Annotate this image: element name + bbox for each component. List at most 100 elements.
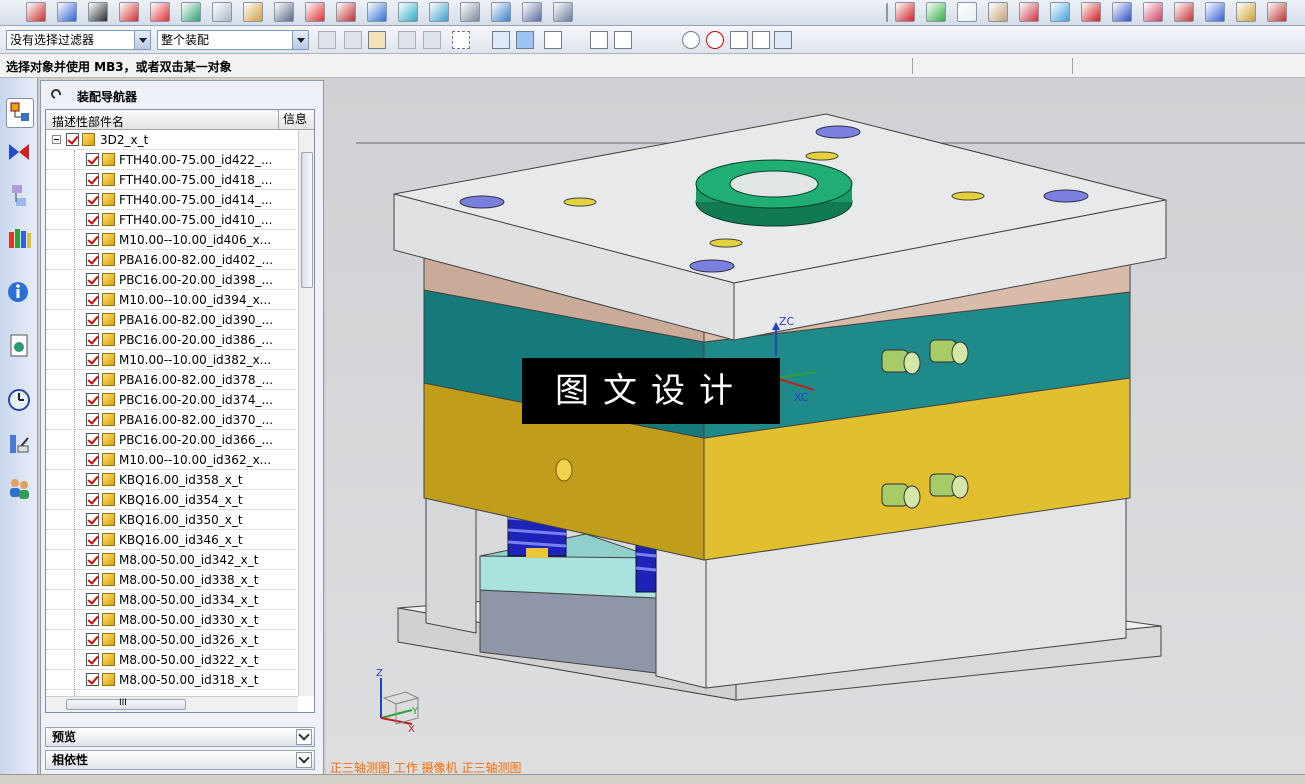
visibility-checkbox[interactable]: [86, 633, 99, 646]
tree-row-root[interactable]: 3D2_x_t: [46, 130, 296, 150]
history-tab[interactable]: [6, 386, 34, 416]
tree-row[interactable]: KBQ16.00_id350_x_t: [46, 510, 296, 530]
quarter-icon[interactable]: [274, 2, 294, 22]
tree-row[interactable]: M10.00--10.00_id362_x...: [46, 450, 296, 470]
intersection-icon[interactable]: [730, 31, 748, 49]
feature-icon[interactable]: [368, 31, 386, 49]
layer2-icon[interactable]: [243, 2, 263, 22]
tree-row[interactable]: PBC16.00-20.00_id366_...: [46, 430, 296, 450]
snap-point-icon[interactable]: [544, 31, 562, 49]
visibility-checkbox[interactable]: [86, 493, 99, 506]
tree-row[interactable]: M10.00--10.00_id394_x...: [46, 290, 296, 310]
assembly-navigator-tab[interactable]: [6, 98, 34, 128]
point-on-curve-icon[interactable]: [752, 31, 770, 49]
selection-scope-dropdown[interactable]: 整个装配: [157, 30, 309, 50]
tree-row[interactable]: KBQ16.00_id354_x_t: [46, 490, 296, 510]
curve-icon[interactable]: [638, 31, 656, 49]
visibility-checkbox[interactable]: [86, 433, 99, 446]
grid-snap-icon[interactable]: [804, 31, 822, 49]
visibility-checkbox[interactable]: [86, 473, 99, 486]
tree-row[interactable]: M8.00-50.00_id318_x_t: [46, 670, 296, 690]
visibility-checkbox[interactable]: [86, 273, 99, 286]
visibility-checkbox[interactable]: [86, 673, 99, 686]
quadrant-icon[interactable]: [706, 31, 724, 49]
tree-row[interactable]: PBA16.00-82.00_id390_...: [46, 310, 296, 330]
preview-section[interactable]: 预览: [45, 727, 315, 747]
tangent-icon[interactable]: [660, 31, 678, 49]
tree-row[interactable]: PBA16.00-82.00_id370_...: [46, 410, 296, 430]
tree-row[interactable]: PBC16.00-20.00_id398_...: [46, 270, 296, 290]
chevron-down-icon[interactable]: [296, 729, 312, 745]
column-header-info[interactable]: 信息: [278, 110, 314, 130]
visibility-checkbox[interactable]: [86, 173, 99, 186]
tree-row[interactable]: M10.00--10.00_id406_x...: [46, 230, 296, 250]
cube-icon[interactable]: [957, 2, 977, 22]
info-tab[interactable]: [6, 278, 34, 308]
visibility-checkbox[interactable]: [86, 313, 99, 326]
circle-icon[interactable]: [88, 2, 108, 22]
explode-icon[interactable]: [1081, 2, 1101, 22]
rectangle-select-icon[interactable]: [452, 31, 470, 49]
vertical-scrollbar[interactable]: [298, 130, 314, 696]
dependency-section[interactable]: 相依性: [45, 750, 315, 770]
filter-icon[interactable]: [318, 31, 336, 49]
tree-row[interactable]: PBA16.00-82.00_id402_...: [46, 250, 296, 270]
roles-tab[interactable]: [6, 474, 34, 504]
wrench-icon[interactable]: [423, 31, 441, 49]
part-navigator-tab[interactable]: [6, 182, 34, 212]
visibility-checkbox[interactable]: [86, 393, 99, 406]
visibility-checkbox[interactable]: [86, 573, 99, 586]
visibility-checkbox[interactable]: [86, 153, 99, 166]
line-icon[interactable]: [1112, 2, 1132, 22]
endpoint-icon[interactable]: [590, 31, 608, 49]
edge-blend-icon[interactable]: [181, 2, 201, 22]
pin-icon[interactable]: [49, 87, 63, 101]
tree-row[interactable]: FTH40.00-75.00_id422_...: [46, 150, 296, 170]
layer-icon[interactable]: [212, 2, 232, 22]
grid-color-icon[interactable]: [1050, 2, 1070, 22]
tree-row[interactable]: M8.00-50.00_id326_x_t: [46, 630, 296, 650]
tree-row[interactable]: PBC16.00-20.00_id374_...: [46, 390, 296, 410]
pin-icon[interactable]: [305, 2, 325, 22]
tree-row[interactable]: PBC16.00-20.00_id386_...: [46, 330, 296, 350]
visibility-checkbox[interactable]: [86, 553, 99, 566]
reuse-library-tab[interactable]: [6, 224, 34, 254]
select-icon[interactable]: [344, 31, 362, 49]
eraser-icon[interactable]: [492, 31, 510, 49]
visibility-checkbox[interactable]: [86, 333, 99, 346]
process-studio-tab[interactable]: [6, 430, 34, 460]
bracket-icon[interactable]: [336, 2, 356, 22]
target-icon[interactable]: [1143, 2, 1163, 22]
rectangle-icon[interactable]: [57, 2, 77, 22]
chevron-down-icon[interactable]: [292, 31, 308, 49]
visibility-checkbox[interactable]: [86, 293, 99, 306]
visibility-checkbox[interactable]: [86, 193, 99, 206]
green-diamond-icon[interactable]: [926, 2, 946, 22]
graphics-window[interactable]: ZC XC Z Y X 图文设计 正三轴测图 工作 摄像机 正三轴测图: [326, 78, 1305, 774]
cooling-fitting[interactable]: [929, 473, 969, 499]
locating-ring[interactable]: [695, 159, 853, 227]
visibility-checkbox[interactable]: [86, 373, 99, 386]
tree-row[interactable]: KBQ16.00_id346_x_t: [46, 530, 296, 550]
cooling-fitting[interactable]: [929, 339, 969, 365]
arc-center-icon[interactable]: [682, 31, 700, 49]
lines-color-icon[interactable]: [1236, 2, 1256, 22]
sketch-icon[interactable]: [26, 2, 46, 22]
return-spring-right[interactable]: [635, 543, 657, 593]
red-cube-icon[interactable]: [895, 2, 915, 22]
tree-row[interactable]: M10.00--10.00_id382_x...: [46, 350, 296, 370]
mold-base-model[interactable]: ZC XC Z Y X: [326, 78, 1305, 774]
type-filter-dropdown[interactable]: 没有选择过滤器: [6, 30, 151, 50]
cooling-fitting[interactable]: [881, 483, 921, 509]
boss-icon[interactable]: [367, 2, 387, 22]
marker-icon[interactable]: [429, 2, 449, 22]
tree-row[interactable]: FTH40.00-75.00_id410_...: [46, 210, 296, 230]
point-on-face-icon[interactable]: [774, 31, 792, 49]
text-a-icon[interactable]: [460, 2, 480, 22]
hatch-lines-icon[interactable]: [1174, 2, 1194, 22]
tree-row[interactable]: M8.00-50.00_id334_x_t: [46, 590, 296, 610]
visibility-checkbox[interactable]: [86, 413, 99, 426]
house-icon[interactable]: [988, 2, 1008, 22]
visibility-checkbox[interactable]: [86, 453, 99, 466]
cube-select-icon[interactable]: [516, 31, 534, 49]
